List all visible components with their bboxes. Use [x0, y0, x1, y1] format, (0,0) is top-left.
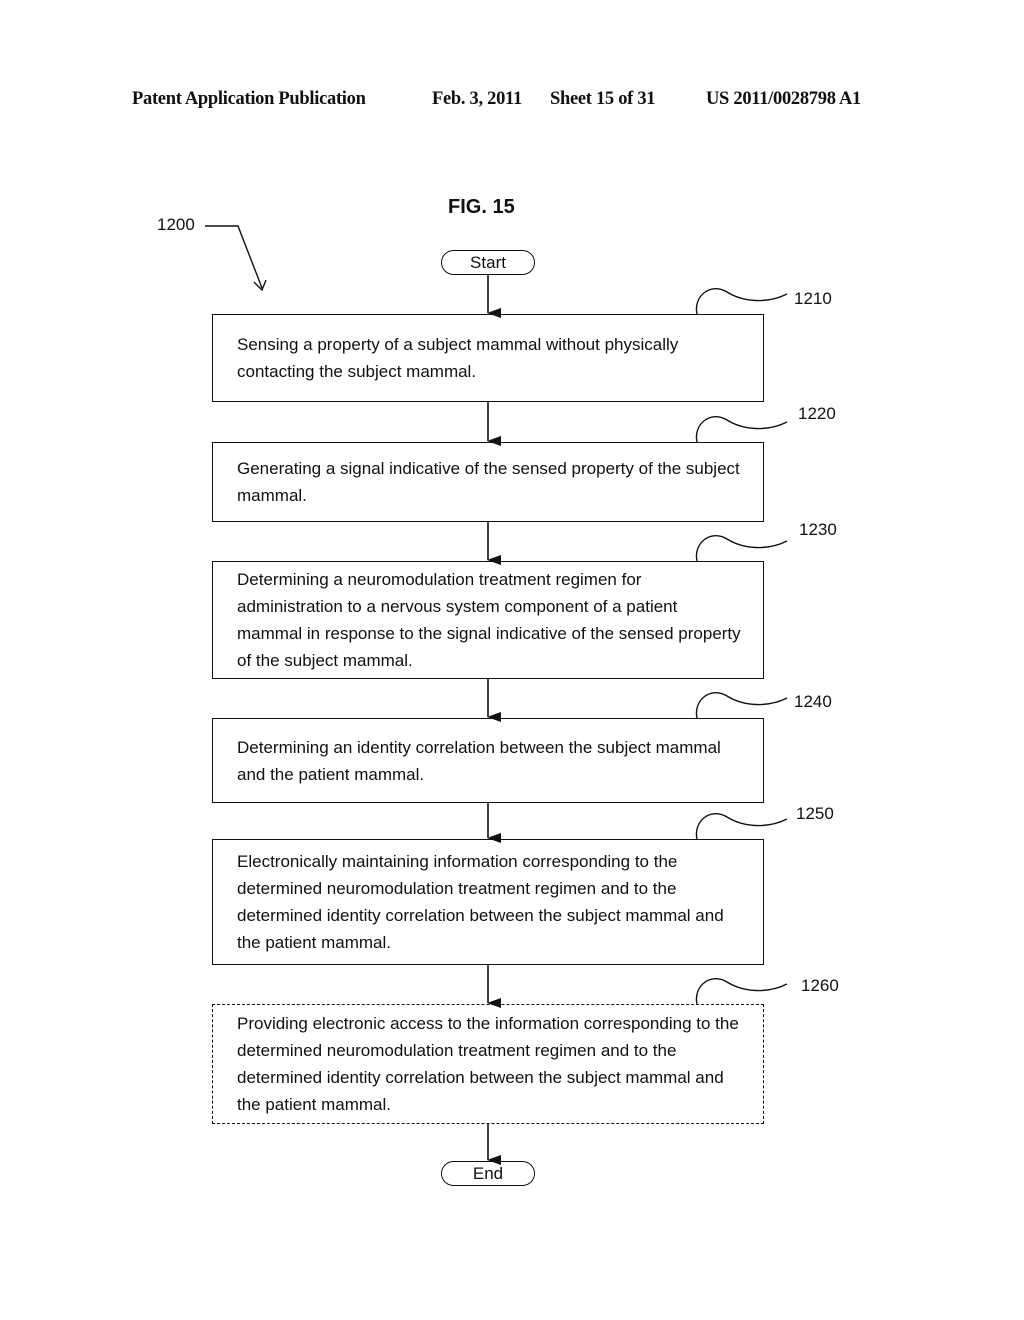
step-ref-1230: 1230 — [799, 520, 837, 539]
step-text: Generating a signal indicative of the se… — [237, 459, 740, 505]
reference-leader-squiggle — [695, 812, 788, 840]
reference-leader-squiggle — [695, 691, 788, 719]
step-ref-1220: 1220 — [798, 404, 836, 423]
start-terminal: Start — [441, 250, 535, 275]
step-box-1250: Electronically maintaining information c… — [212, 839, 764, 965]
step-ref-1240: 1240 — [794, 692, 832, 711]
step-text: Providing electronic access to the infor… — [237, 1014, 739, 1114]
end-terminal: End — [441, 1161, 535, 1186]
reference-leader-squiggle — [695, 287, 788, 315]
step-ref-1260: 1260 — [801, 976, 839, 995]
step-box-1210: Sensing a property of a subject mammal w… — [212, 314, 764, 402]
step-ref-1210: 1210 — [794, 289, 832, 308]
step-text: Sensing a property of a subject mammal w… — [237, 335, 679, 381]
step-box-1230: Determining a neuromodulation treatment … — [212, 561, 764, 679]
reference-leader-squiggle — [695, 977, 788, 1005]
step-ref-1250: 1250 — [796, 804, 834, 823]
step-text: Electronically maintaining information c… — [237, 852, 724, 952]
step-text: Determining an identity correlation betw… — [237, 737, 721, 784]
step-box-1220: Generating a signal indicative of the se… — [212, 442, 764, 522]
step-text: Determining a neuromodulation treatment … — [237, 570, 741, 670]
step-box-1240: Determining an identity correlation betw… — [212, 718, 764, 803]
reference-leader-squiggle — [695, 534, 788, 562]
step-box-1260-optional: Providing electronic access to the infor… — [212, 1004, 764, 1124]
reference-leader-squiggle — [695, 415, 788, 443]
figure-ref-leader — [205, 225, 263, 289]
